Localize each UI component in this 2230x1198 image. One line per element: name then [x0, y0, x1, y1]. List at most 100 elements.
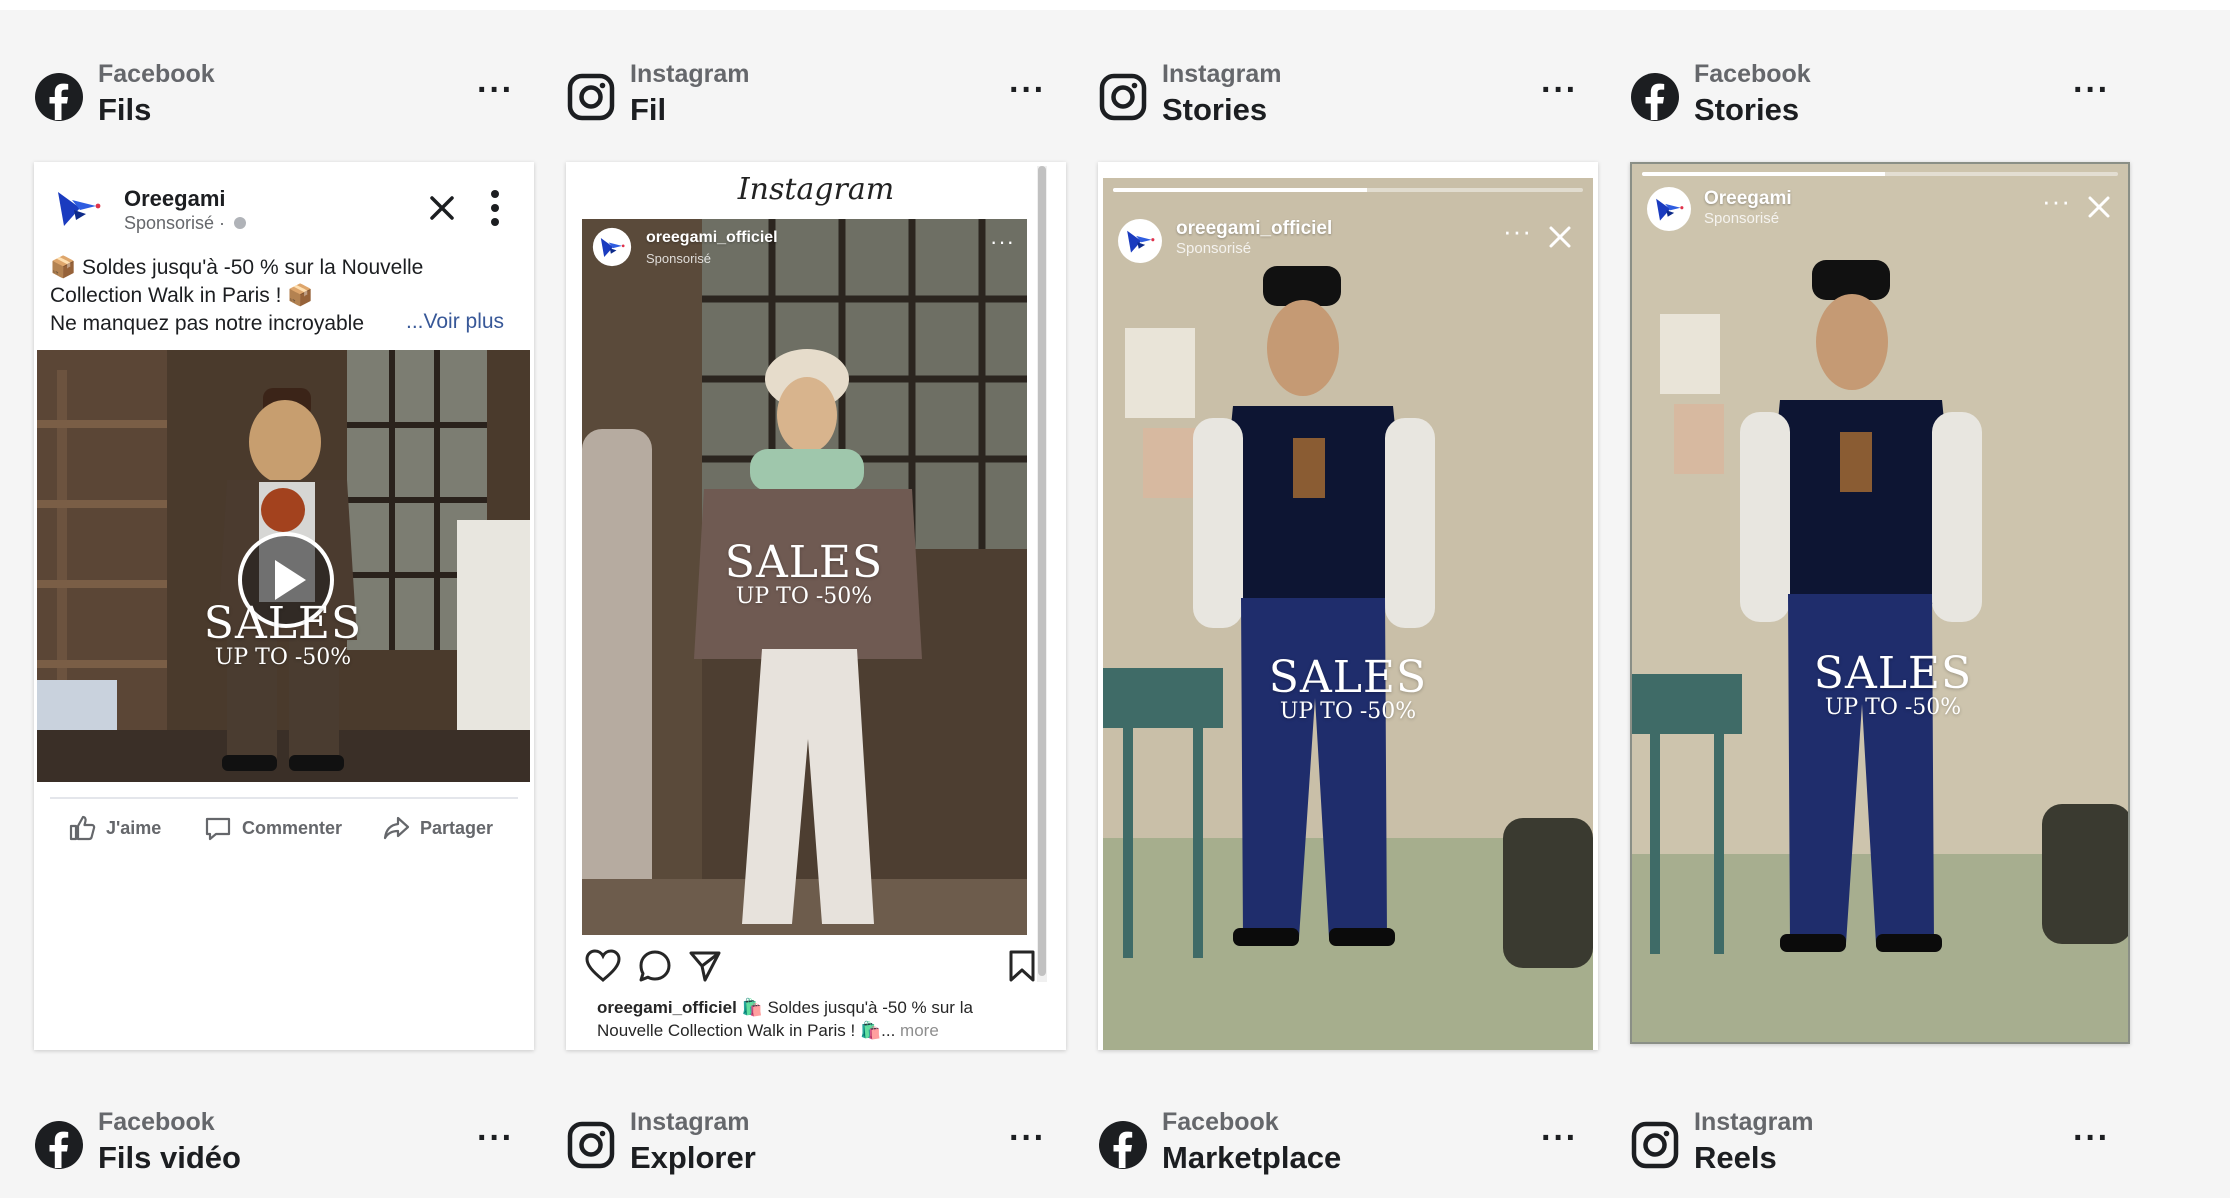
- post-actions: J'aime Commenter Partager: [50, 797, 518, 857]
- more-options-button[interactable]: ···: [1541, 73, 1601, 118]
- post-text-line: 📦 Soldes jusqu'à -50 % sur la Nouvelle: [50, 256, 424, 279]
- facebook-icon: [1098, 1120, 1148, 1170]
- more-options-button[interactable]: ···: [1009, 73, 1069, 118]
- more-options-icon[interactable]: ···: [1503, 218, 1532, 244]
- account-name[interactable]: Oreegami: [1704, 188, 1792, 210]
- placement-title: Reels: [1694, 1140, 1777, 1175]
- story-progress-fill: [1113, 188, 1367, 192]
- share-label: Partager: [420, 817, 494, 838]
- ad-image[interactable]: SALES UP TO -50% oreegami_officiel Spons…: [582, 219, 1027, 935]
- globe-icon: [234, 217, 247, 229]
- see-more-link[interactable]: ...Voir plus: [406, 310, 504, 334]
- comment-icon[interactable]: [638, 949, 672, 983]
- more-options-icon[interactable]: ···: [990, 231, 1015, 253]
- account-name[interactable]: oreegami_officiel: [646, 229, 778, 247]
- brand-avatar: [1647, 187, 1691, 231]
- ad-photo: [1103, 178, 1593, 1050]
- ad-photo: [1632, 164, 2128, 1042]
- sales-subtitle: UP TO -50%: [214, 645, 352, 670]
- sales-title: SALES: [1268, 652, 1428, 703]
- instagram-icon: [1098, 72, 1148, 122]
- story-media[interactable]: SALES UP TO -50% oreegami_officiel Spons…: [1103, 178, 1593, 1050]
- sales-overlay: SALES UP TO -50%: [1173, 656, 1523, 724]
- brand-avatar: [1118, 219, 1162, 263]
- scrollbar[interactable]: [1037, 166, 1047, 982]
- more-options-button[interactable]: ···: [2073, 73, 2133, 118]
- placement-title: Stories: [1694, 92, 1800, 127]
- share-icon: [383, 816, 410, 840]
- post-caption: oreegami_officiel 🛍️ Soldes jusqu'à -50 …: [597, 996, 1037, 1042]
- placement-header-facebook-stories: Facebook Stories ···: [1630, 52, 2130, 132]
- placement-title: Explorer: [630, 1140, 756, 1175]
- instagram-icon: [566, 72, 616, 122]
- top-bar: [0, 0, 2230, 10]
- kebab-menu-icon[interactable]: [485, 186, 505, 230]
- instagram-icon: [566, 1120, 616, 1170]
- comment-label: Commenter: [242, 817, 343, 838]
- placement-platform: Facebook: [98, 60, 215, 88]
- more-options-button[interactable]: ···: [477, 73, 537, 118]
- placement-header-instagram-explorer: Instagram Explorer ···: [566, 1100, 1066, 1180]
- brand-avatar: [592, 227, 632, 267]
- placement-header-facebook-fils-video: Facebook Fils vidéo ···: [34, 1100, 534, 1180]
- facebook-feed-preview: Oreegami Sponsorisé · 📦 Soldes jusqu'à -…: [34, 162, 534, 1050]
- placement-platform: Instagram: [1162, 60, 1282, 88]
- account-name[interactable]: oreegami_officiel: [1176, 218, 1332, 240]
- post-actions: [582, 947, 1037, 987]
- instagram-stories-preview: SALES UP TO -50% oreegami_officiel Spons…: [1098, 162, 1598, 1050]
- instagram-feed-preview: Instagram SALES UP TO -50% oreegami_offi…: [566, 162, 1066, 1050]
- scrollbar-thumb[interactable]: [1038, 166, 1046, 976]
- sales-overlay: SALES UP TO -50%: [694, 541, 914, 609]
- sales-subtitle: UP TO -50%: [1279, 699, 1417, 724]
- more-options-button[interactable]: ···: [2073, 1121, 2133, 1166]
- like-button[interactable]: J'aime: [68, 811, 161, 845]
- ad-video[interactable]: SALES UP TO -50%: [37, 350, 530, 782]
- placement-platform: Instagram: [1694, 1108, 1814, 1136]
- facebook-icon: [34, 72, 84, 122]
- story-progress-bar: [1642, 172, 2118, 176]
- heart-icon[interactable]: [585, 949, 621, 983]
- sales-title: SALES: [724, 537, 884, 588]
- more-options-button[interactable]: ···: [1541, 1121, 1601, 1166]
- comment-icon: [205, 817, 231, 841]
- post-text-line: Collection Walk in Paris ! 📦: [50, 284, 314, 307]
- more-options-button[interactable]: ···: [477, 1121, 537, 1166]
- more-options-icon[interactable]: ···: [2042, 188, 2071, 214]
- sponsored-text: Sponsorisé ·: [124, 213, 226, 233]
- sponsored-label: Sponsorisé: [1704, 210, 1780, 227]
- page-name[interactable]: Oreegami: [124, 186, 226, 212]
- placement-platform: Instagram: [630, 60, 750, 88]
- caption-account[interactable]: oreegami_officiel: [597, 998, 737, 1017]
- sales-subtitle: UP TO -50%: [1824, 695, 1962, 720]
- placement-title: Marketplace: [1162, 1140, 1342, 1175]
- caption-text: 🛍️ Soldes jusqu'à -50 % sur la: [741, 998, 973, 1017]
- thumbs-up-icon: [69, 815, 96, 841]
- close-icon[interactable]: [1547, 224, 1573, 250]
- close-icon[interactable]: [424, 190, 460, 226]
- instagram-wordmark: Instagram: [737, 172, 895, 207]
- placement-header-facebook-marketplace: Facebook Marketplace ···: [1098, 1100, 1598, 1180]
- share-button[interactable]: Partager: [382, 811, 493, 845]
- sales-overlay: SALES UP TO -50%: [183, 602, 383, 670]
- brand-avatar: [50, 180, 106, 236]
- placement-title: Fils vidéo: [98, 1140, 241, 1175]
- instagram-icon: [1630, 1120, 1680, 1170]
- bookmark-icon[interactable]: [1008, 949, 1036, 983]
- sponsored-label: Sponsorisé: [1176, 240, 1252, 257]
- placement-title: Stories: [1162, 92, 1268, 127]
- facebook-stories-preview: SALES UP TO -50% Oreegami Sponsorisé ···: [1630, 162, 2130, 1044]
- comment-button[interactable]: Commenter: [204, 811, 342, 845]
- story-media[interactable]: SALES UP TO -50% Oreegami Sponsorisé ···: [1632, 164, 2128, 1042]
- close-icon[interactable]: [2086, 194, 2112, 220]
- placement-platform: Facebook: [1694, 60, 1811, 88]
- more-options-button[interactable]: ···: [1009, 1121, 1069, 1166]
- send-icon[interactable]: [688, 949, 722, 983]
- facebook-icon: [34, 1120, 84, 1170]
- placement-title: Fil: [630, 92, 667, 127]
- sales-overlay: SALES UP TO -50%: [1718, 652, 2068, 720]
- placement-header-instagram-fil: Instagram Fil ···: [566, 52, 1066, 132]
- placement-platform: Instagram: [630, 1108, 750, 1136]
- caption-more-link[interactable]: more: [900, 1021, 939, 1040]
- sponsored-label: Sponsorisé: [646, 251, 712, 266]
- story-progress-fill: [1642, 172, 1885, 176]
